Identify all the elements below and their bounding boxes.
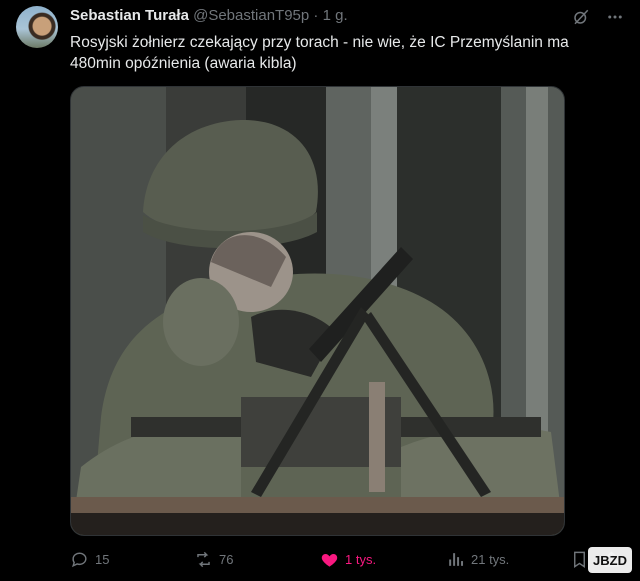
repost-button[interactable]: 76: [194, 548, 233, 570]
tweet-media-image[interactable]: [70, 86, 565, 536]
grok-icon[interactable]: [572, 8, 590, 29]
like-count: 1 tys.: [345, 551, 377, 567]
more-icon[interactable]: [606, 8, 624, 29]
separator-dot: ·: [313, 7, 319, 24]
author-name[interactable]: Sebastian Turała: [70, 7, 189, 24]
views-icon: [449, 552, 464, 566]
repost-icon: [197, 551, 210, 567]
views-button[interactable]: 21 tys.: [446, 548, 509, 570]
views-count: 21 tys.: [471, 551, 510, 567]
heart-icon: [321, 553, 338, 567]
timestamp[interactable]: 1 g.: [323, 7, 348, 24]
tweet-actions: 15 76 1 tys. 21 tys.: [70, 548, 630, 572]
soldier-photo: [71, 87, 564, 535]
bookmark-button[interactable]: [570, 548, 589, 570]
avatar[interactable]: [16, 6, 58, 48]
tweet-text: Rosyjski żołnierz czekający przy torach …: [70, 34, 569, 72]
like-button[interactable]: 1 tys.: [320, 548, 376, 570]
reply-icon: [72, 552, 87, 567]
reply-button[interactable]: 15: [70, 548, 109, 570]
watermark-logo: JBZD: [588, 547, 632, 573]
author-handle[interactable]: @SebastianT95p: [193, 7, 309, 24]
repost-count: 76: [219, 551, 234, 567]
tweet-top-icons: [572, 8, 624, 29]
reply-count: 15: [95, 551, 110, 567]
tweet-header: Sebastian Turała @SebastianT95p · 1 g.: [70, 7, 348, 24]
bookmark-icon: [574, 551, 585, 568]
